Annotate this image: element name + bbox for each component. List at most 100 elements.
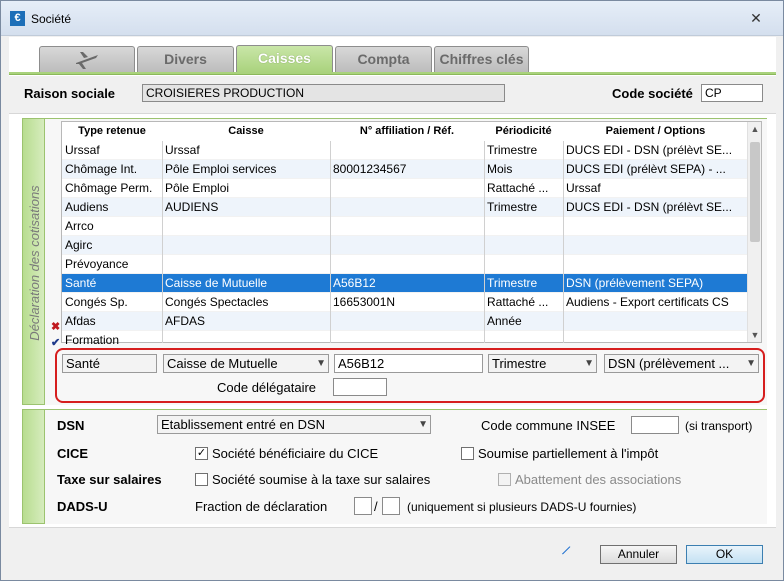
tab-chiffres-cles[interactable]: Chiffres clés — [434, 46, 529, 72]
table-cell-paiement: DUCS EDI - DSN (prélèvt SE... — [566, 200, 733, 214]
table-cell-caisse: Congés Spectacles — [165, 295, 269, 309]
table-cell-type: Santé — [65, 276, 97, 290]
table-cell-type: Urssaf — [65, 143, 100, 157]
grid-scrollbar[interactable]: ▲ ▼ — [747, 122, 761, 342]
table-cell-type: Congés Sp. — [65, 295, 128, 309]
table-cell-type: Chômage Perm. — [65, 181, 153, 195]
dialog-footer: / Annuler OK — [9, 527, 776, 574]
fraction-numerator-input[interactable] — [354, 497, 372, 515]
societe-dialog: € Société ✕ Divers Caisses Compta Chiffr… — [0, 0, 784, 581]
col-divider — [330, 141, 331, 343]
col-type-retenue[interactable]: Type retenue — [62, 122, 162, 140]
table-cell-periodicite: Trimestre — [487, 276, 538, 290]
code-delegataire-input[interactable] — [333, 378, 387, 396]
col-divider — [162, 141, 163, 343]
options-panel: DSN Etablissement entré en DSN ▼ Code co… — [45, 409, 767, 524]
col-divider — [484, 141, 485, 343]
table-cell-type: Afdas — [65, 314, 96, 328]
chevron-down-icon: ▼ — [584, 358, 594, 369]
close-icon: ✕ — [750, 10, 762, 26]
insee-label: Code commune INSEE — [481, 418, 616, 433]
raison-sociale-field[interactable]: CROISIERES PRODUCTION — [142, 84, 505, 102]
table-row[interactable]: Chômage Perm. Pôle Emploi Rattaché ... Urss… — [62, 179, 748, 198]
col-caisse[interactable]: Caisse — [162, 122, 330, 140]
scrollbar-thumb[interactable] — [750, 142, 760, 242]
table-cell-paiement: Audiens - Export certificats CS — [566, 295, 729, 309]
table-cell-periodicite — [484, 236, 563, 255]
dadsu-label: DADS-U — [57, 499, 108, 514]
cancel-button[interactable]: Annuler — [600, 545, 677, 564]
chevron-down-icon: ▼ — [316, 358, 326, 369]
table-row[interactable]: Urssaf Urssaf Trimestre DUCS EDI - DSN (pré… — [62, 141, 748, 160]
table-cell-affiliation: 80001234567 — [333, 162, 407, 176]
pen-icon[interactable]: / — [560, 542, 580, 561]
window-title: Société — [31, 12, 72, 26]
chevron-up-icon[interactable]: ▲ — [748, 122, 762, 136]
code-societe-field[interactable]: CP — [701, 84, 763, 102]
ok-button[interactable]: OK — [686, 545, 763, 564]
cice-label: CICE — [57, 446, 89, 461]
table-cell-periodicite: Mois — [487, 162, 513, 176]
abattement-checkbox[interactable] — [498, 473, 511, 486]
table-cell-caisse: Urssaf — [165, 143, 200, 157]
table-row[interactable]: Audiens AUDIENS Trimestre DUCS EDI - DSN (p… — [62, 198, 748, 217]
table-row[interactable]: Congés Sp. Congés Spectacles 16653001N Ratt… — [62, 293, 748, 312]
edit-type-field[interactable]: Santé — [62, 354, 157, 373]
edit-paiement-value: DSN (prélèvement ... — [608, 356, 730, 371]
edit-periodicite-select[interactable]: Trimestre ▼ — [488, 354, 597, 373]
col-affiliation[interactable]: N° affiliation / Réf. — [330, 122, 484, 140]
taxe-option-label: Société soumise à la taxe sur salaires — [212, 472, 431, 487]
dsn-value: Etablissement entré en DSN — [161, 417, 326, 432]
table-cell-type: Agirc — [65, 238, 93, 252]
taxe-checkbox[interactable] — [195, 473, 208, 486]
table-cell-type: Arrco — [65, 219, 94, 233]
dialog-body: Divers Caisses Compta Chiffres clés Rais… — [9, 37, 776, 574]
fraction-denominator-input[interactable] — [382, 497, 400, 515]
table-cell-affiliation: 16653001N — [333, 295, 396, 309]
impot-checkbox[interactable] — [461, 447, 474, 460]
col-paiement[interactable]: Paiement / Options — [563, 122, 748, 140]
insee-input[interactable] — [631, 416, 679, 434]
table-row[interactable]: Agirc — [62, 236, 748, 255]
table-cell-caisse: Pôle Emploi — [165, 181, 230, 195]
app-icon: € — [10, 11, 25, 26]
fraction-separator: / — [374, 499, 378, 514]
chevron-down-icon[interactable]: ▼ — [748, 328, 762, 342]
cice-checkbox[interactable]: ✓ — [195, 447, 208, 460]
tab-caisses[interactable]: Caisses — [236, 45, 333, 73]
table-row[interactable]: Arrco — [62, 217, 748, 236]
col-periodicite[interactable]: Périodicité — [484, 122, 563, 140]
table-cell-paiement: Urssaf — [566, 181, 601, 195]
table-cell-caisse: Pôle Emploi services — [165, 162, 277, 176]
table-row[interactable]: Prévoyance — [62, 255, 748, 274]
table-cell-caisse — [162, 236, 330, 255]
edit-affiliation-input[interactable]: A56B12 — [334, 354, 483, 373]
table-row[interactable]: Afdas AFDAS Année — [62, 312, 748, 331]
header-row: Raison sociale CROISIERES PRODUCTION Cod… — [9, 76, 776, 114]
raison-sociale-label: Raison sociale — [24, 86, 116, 101]
table-cell-paiement — [563, 217, 748, 236]
edit-paiement-select[interactable]: DSN (prélèvement ... ▼ — [604, 354, 759, 373]
grid-header: Type retenue Caisse N° affiliation / Réf… — [62, 122, 748, 140]
taxe-label: Taxe sur salaires — [57, 472, 162, 487]
dsn-select[interactable]: Etablissement entré en DSN ▼ — [157, 415, 431, 434]
chevron-down-icon: ▼ — [418, 419, 428, 430]
table-cell-type: Audiens — [65, 200, 109, 214]
tab-divers[interactable]: Divers — [137, 46, 234, 72]
airplane-icon — [76, 52, 98, 69]
row-edit-box: Santé Caisse de Mutuelle ▼ A56B12 Trimes… — [55, 348, 765, 403]
check-icon: ✔ — [51, 337, 61, 349]
table-cell-periodicite — [484, 217, 563, 236]
col-divider — [563, 141, 564, 343]
table-cell-periodicite: Rattaché ... — [487, 181, 549, 195]
edit-caisse-select[interactable]: Caisse de Mutuelle ▼ — [163, 354, 329, 373]
table-cell-paiement: DUCS EDI - DSN (prélèvt SE... — [566, 143, 733, 157]
table-cell-periodicite: Trimestre — [487, 143, 538, 157]
table-row[interactable]: Santé Caisse de Mutuelle A56B12 Trimestre DS… — [62, 274, 748, 293]
table-row[interactable]: Chômage Int. Pôle Emploi services 80001234… — [62, 160, 748, 179]
tab-compta[interactable]: Compta — [335, 46, 432, 72]
table-cell-type: Chômage Int. — [65, 162, 138, 176]
close-button[interactable]: ✕ — [745, 9, 767, 27]
options-band — [22, 409, 45, 524]
tab-general[interactable] — [39, 46, 135, 72]
